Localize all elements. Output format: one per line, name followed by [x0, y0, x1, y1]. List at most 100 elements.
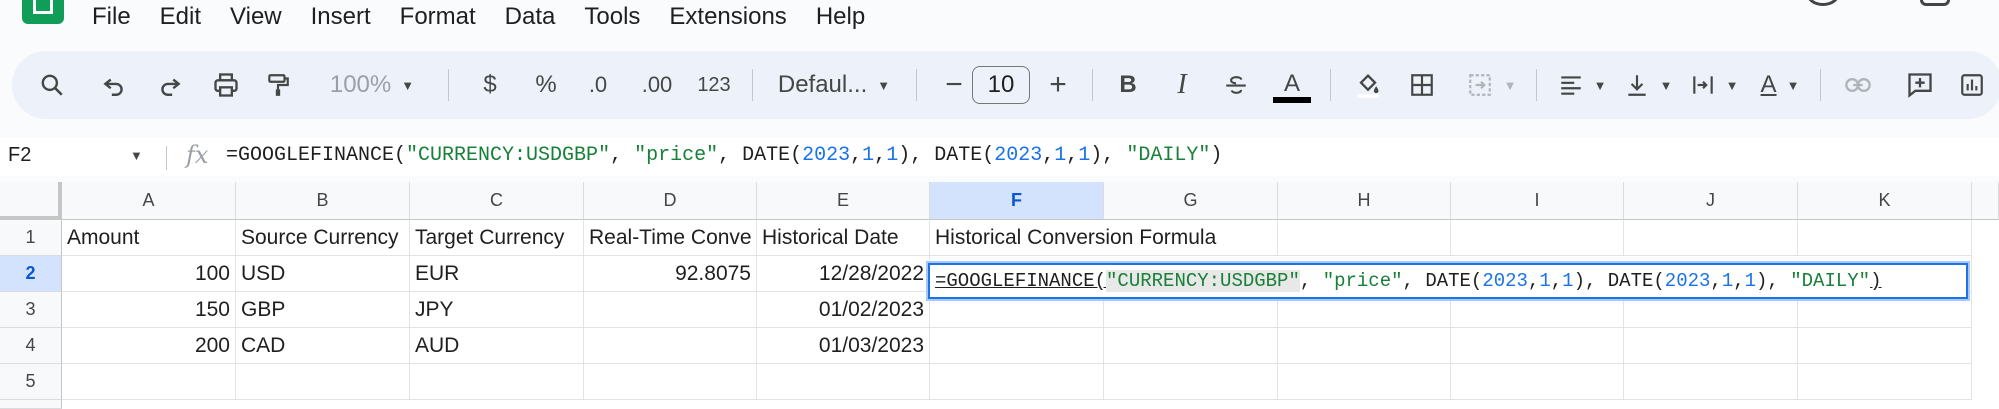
cell-e1[interactable]: Historical Date: [757, 220, 930, 256]
comments-icon[interactable]: [1920, 0, 1950, 6]
cell-a2[interactable]: 100: [62, 256, 236, 292]
decrease-font-size-button[interactable]: −: [934, 51, 974, 119]
cell-k1[interactable]: [1798, 220, 1972, 256]
number-format-button[interactable]: 123: [692, 51, 736, 119]
formula-input[interactable]: =GOOGLEFINANCE("CURRENCY:USDGBP", "price…: [226, 144, 1222, 167]
search-menus-icon[interactable]: [32, 51, 72, 119]
cell-c4[interactable]: AUD: [410, 328, 584, 364]
cell-b1[interactable]: Source Currency: [236, 220, 410, 256]
cell-e5[interactable]: [757, 364, 930, 400]
percent-format-button[interactable]: %: [526, 51, 566, 119]
increase-font-size-button[interactable]: +: [1038, 51, 1078, 119]
cell-d1[interactable]: Real-Time Conve: [584, 220, 757, 256]
italic-button[interactable]: I: [1162, 51, 1202, 119]
text-color-button[interactable]: A: [1270, 51, 1314, 119]
zoom-select[interactable]: 100% ▼: [312, 51, 432, 119]
menu-help[interactable]: Help: [816, 2, 865, 32]
cell-c3[interactable]: JPY: [410, 292, 584, 328]
merge-cells-icon[interactable]: ▼: [1456, 51, 1526, 119]
cell-i5[interactable]: [1451, 364, 1624, 400]
cell-i4[interactable]: [1451, 328, 1624, 364]
cell-j4[interactable]: [1624, 328, 1798, 364]
cell-a1[interactable]: Amount: [62, 220, 236, 256]
redo-icon[interactable]: [150, 51, 190, 119]
print-icon[interactable]: [206, 51, 246, 119]
cell-b5[interactable]: [236, 364, 410, 400]
cell-f2-editor[interactable]: =GOOGLEFINANCE("CURRENCY:USDGBP", "price…: [928, 263, 1968, 299]
cell-h5[interactable]: [1278, 364, 1451, 400]
strikethrough-icon[interactable]: [1216, 51, 1256, 119]
menu-file[interactable]: File: [92, 2, 131, 32]
sheets-logo-icon[interactable]: [22, 0, 64, 24]
name-box[interactable]: F2: [8, 144, 31, 167]
cell-d3[interactable]: [584, 292, 757, 328]
cell-f4[interactable]: [930, 328, 1104, 364]
menu-insert[interactable]: Insert: [311, 2, 371, 32]
select-all-corner[interactable]: [0, 182, 62, 220]
menu-extensions[interactable]: Extensions: [669, 2, 786, 32]
row-header-2[interactable]: 2: [0, 256, 62, 292]
cell-c1[interactable]: Target Currency: [410, 220, 584, 256]
cell-j5[interactable]: [1624, 364, 1798, 400]
column-header-j[interactable]: J: [1624, 182, 1798, 220]
currency-format-button[interactable]: $: [470, 51, 510, 119]
insert-link-icon[interactable]: [1838, 51, 1878, 119]
paint-format-icon[interactable]: [258, 51, 298, 119]
cell-d4[interactable]: [584, 328, 757, 364]
cell-k4[interactable]: [1798, 328, 1972, 364]
column-header-d[interactable]: D: [584, 182, 757, 220]
column-header-a[interactable]: A: [62, 182, 236, 220]
row-header-1[interactable]: 1: [0, 220, 62, 256]
cell-g5[interactable]: [1104, 364, 1278, 400]
font-select[interactable]: Defaul... ▼: [764, 51, 904, 119]
cell-k5[interactable]: [1798, 364, 1972, 400]
column-header-i[interactable]: I: [1451, 182, 1624, 220]
decrease-decimal-button[interactable]: .0: [578, 51, 618, 119]
undo-icon[interactable]: [94, 51, 134, 119]
vertical-align-icon[interactable]: ▼: [1616, 51, 1680, 119]
menu-data[interactable]: Data: [505, 2, 556, 32]
menu-edit[interactable]: Edit: [160, 2, 201, 32]
text-wrapping-icon[interactable]: ▼: [1682, 51, 1746, 119]
cell-f1[interactable]: Historical Conversion Formula: [930, 220, 1216, 256]
cell-c2[interactable]: EUR: [410, 256, 584, 292]
column-header-f[interactable]: F: [930, 182, 1104, 220]
cell-h4[interactable]: [1278, 328, 1451, 364]
column-header-e[interactable]: E: [757, 182, 930, 220]
column-header-c[interactable]: C: [410, 182, 584, 220]
column-header-b[interactable]: B: [236, 182, 410, 220]
history-icon[interactable]: [1806, 0, 1840, 6]
cell-a5[interactable]: [62, 364, 236, 400]
fill-color-icon[interactable]: [1348, 51, 1388, 119]
menu-tools[interactable]: Tools: [584, 2, 640, 32]
cell-g4[interactable]: [1104, 328, 1278, 364]
cell-c5[interactable]: [410, 364, 584, 400]
chevron-down-icon[interactable]: ▼: [130, 148, 143, 163]
row-header-5[interactable]: 5: [0, 364, 62, 400]
cell-d2[interactable]: 92.8075: [584, 256, 757, 292]
column-header-k[interactable]: K: [1798, 182, 1972, 220]
cell-j1[interactable]: [1624, 220, 1798, 256]
cell-a3[interactable]: 150: [62, 292, 236, 328]
cell-b2[interactable]: USD: [236, 256, 410, 292]
borders-icon[interactable]: [1402, 51, 1442, 119]
font-size-input[interactable]: 10: [972, 66, 1030, 104]
column-header-h[interactable]: H: [1278, 182, 1451, 220]
cell-e2[interactable]: 12/28/2022: [757, 256, 930, 292]
insert-chart-icon[interactable]: [1952, 51, 1992, 119]
row-header-6[interactable]: [0, 400, 62, 409]
cell-i1[interactable]: [1451, 220, 1624, 256]
menu-format[interactable]: Format: [400, 2, 476, 32]
horizontal-align-icon[interactable]: ▼: [1550, 51, 1614, 119]
column-header-g[interactable]: G: [1104, 182, 1278, 220]
cell-d5[interactable]: [584, 364, 757, 400]
row-header-4[interactable]: 4: [0, 328, 62, 364]
cell-f5[interactable]: [930, 364, 1104, 400]
cell-e3[interactable]: 01/02/2023: [757, 292, 930, 328]
cell-h1[interactable]: [1278, 220, 1451, 256]
cell-a4[interactable]: 200: [62, 328, 236, 364]
insert-comment-icon[interactable]: [1900, 51, 1940, 119]
cell-b3[interactable]: GBP: [236, 292, 410, 328]
row-header-3[interactable]: 3: [0, 292, 62, 328]
text-rotation-icon[interactable]: A ▼: [1748, 51, 1812, 119]
